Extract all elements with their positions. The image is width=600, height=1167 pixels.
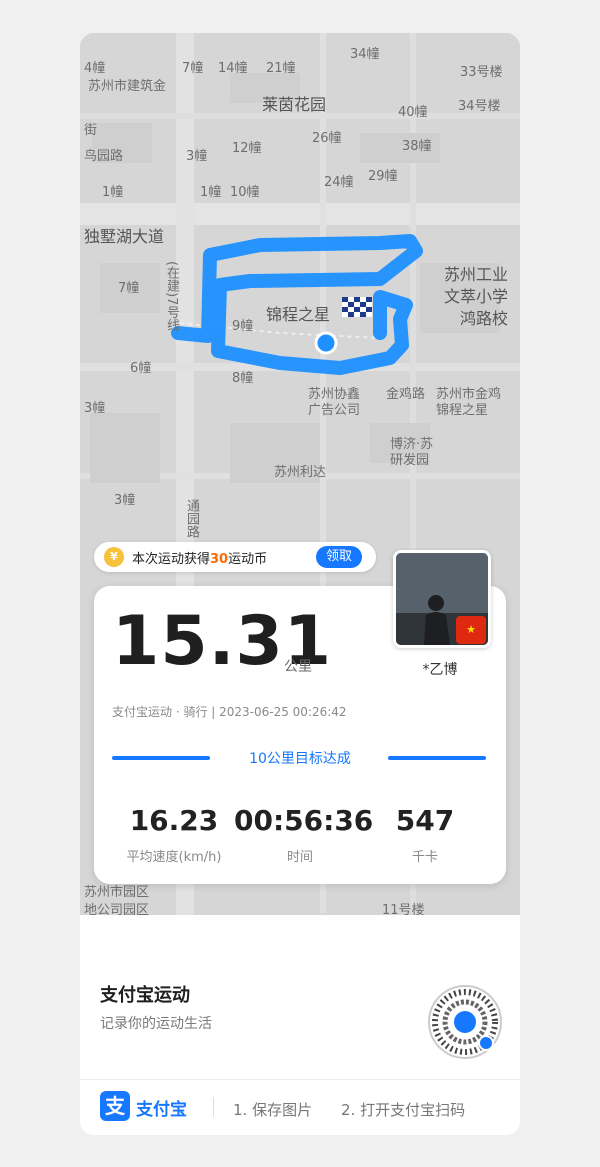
map-label: 独墅湖大道	[84, 227, 165, 246]
map-label: 8幢	[232, 371, 254, 386]
alipay-brand: 支付宝	[136, 1100, 187, 1120]
brand-separator	[213, 1097, 214, 1117]
avg-speed-value: 16.23	[129, 804, 219, 837]
qr-pattern	[432, 989, 498, 1055]
map-label: 锦程之星	[436, 403, 489, 418]
user-name: *乙博	[422, 662, 458, 678]
map-label: 通园路	[184, 499, 199, 538]
map-label: 4幢	[84, 61, 106, 76]
map-label: 33号楼	[460, 65, 503, 80]
map-label: 14幢	[218, 61, 248, 76]
map-label: 文萃小学	[444, 287, 509, 306]
map-label: 3幢	[84, 401, 106, 416]
avg-speed-label: 平均速度(km/h)	[126, 850, 222, 865]
map-label: 34幢	[350, 47, 380, 62]
map-label: 3幢	[186, 149, 208, 164]
calories-label: 千卡	[411, 850, 438, 865]
map-label: 12幢	[232, 141, 262, 156]
map-label: 7幢	[182, 61, 204, 76]
map-label: 苏州工业	[444, 265, 509, 284]
map-label: 苏州市建筑金	[88, 79, 167, 94]
map-label: 9幢	[232, 319, 254, 334]
share-card: 34幢 7幢 14幢 21幢 33号楼 苏州市建筑金 莱茵花园 40幢 34号楼…	[80, 33, 520, 1135]
footer-divider	[80, 1079, 520, 1080]
map-label: 苏州利达	[274, 465, 327, 480]
map-label: 6幢	[130, 361, 152, 376]
map-label: 24幢	[324, 175, 354, 190]
coin-reward-text: 本次运动获得30运动币	[132, 552, 268, 567]
china-flag-icon: ★	[456, 616, 486, 644]
map-label: (在建)7号线	[164, 261, 179, 332]
map-label: 7幢	[118, 281, 140, 296]
map-label: 街	[84, 123, 98, 138]
map-label: 1幢	[102, 185, 124, 200]
map-label: 莱茵花园	[262, 95, 327, 114]
map-label: 鸿路校	[460, 309, 509, 328]
footer-title: 支付宝运动	[100, 985, 190, 1006]
coin-reward-banner: ¥ 本次运动获得30运动币 领取	[94, 542, 376, 572]
instruction-step-1: 1. 保存图片	[233, 1101, 313, 1119]
coin-icon: ¥	[104, 547, 124, 567]
calories-value: 547	[395, 804, 455, 837]
map-label: 广告公司	[308, 403, 361, 418]
map-label: 11号楼	[382, 903, 425, 915]
map-label: 1幢	[200, 185, 222, 200]
map-label: 10幢	[230, 185, 260, 200]
map-label: 金鸡路	[386, 387, 426, 402]
instruction-step-2: 2. 打开支付宝扫码	[341, 1101, 466, 1119]
map-label: 34号楼	[458, 99, 501, 114]
duration-value: 00:56:36	[234, 804, 374, 837]
map-label: 地公司园区	[84, 903, 150, 915]
alipay-logo-icon: 支	[100, 1091, 130, 1121]
map-label: 29幢	[368, 169, 398, 184]
map-label: 21幢	[266, 61, 296, 76]
map-label: 鸟园路	[84, 149, 124, 164]
duration-label: 时间	[286, 850, 313, 865]
map-label: 38幢	[402, 139, 432, 154]
map-label: 锦程之星	[266, 305, 331, 324]
claim-button[interactable]: 领取	[315, 546, 362, 568]
map-label: 3幢	[114, 493, 136, 508]
footer-subtitle: 记录你的运动生活	[100, 1016, 212, 1032]
map-label: 40幢	[398, 105, 428, 120]
mini-program-qr-code[interactable]	[428, 985, 502, 1059]
map-label: 26幢	[312, 131, 342, 146]
map-label: 研发园	[390, 453, 430, 468]
distance-unit: 公里	[284, 659, 312, 675]
goal-divider-right	[388, 756, 486, 760]
activity-meta: 支付宝运动 · 骑行 | 2023-06-25 00:26:42	[112, 705, 347, 719]
